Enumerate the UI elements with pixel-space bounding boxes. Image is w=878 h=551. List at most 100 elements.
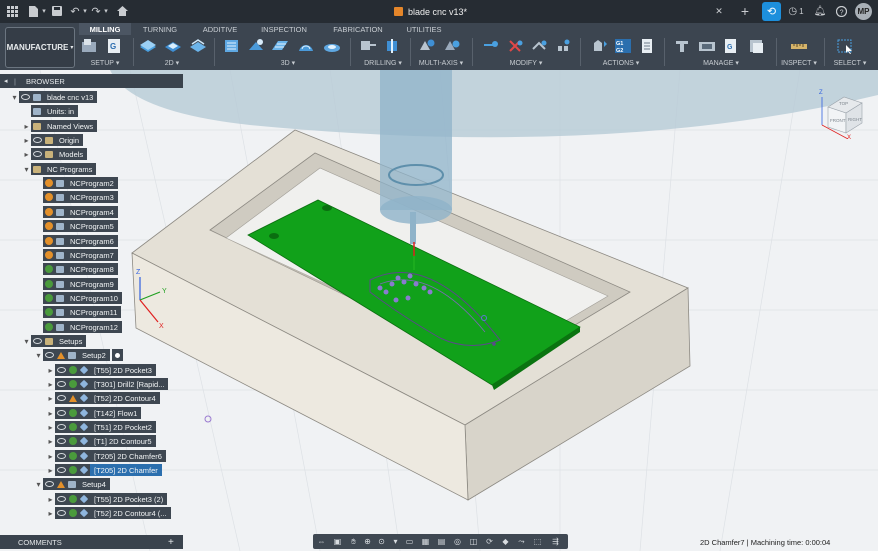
visibility-eye-icon[interactable] bbox=[55, 493, 67, 505]
visibility-eye-icon[interactable] bbox=[43, 478, 55, 490]
display-settings-icon[interactable]: ▭ bbox=[405, 537, 414, 546]
tree-units[interactable]: Units: in bbox=[22, 105, 79, 117]
zoom-window-icon[interactable]: ⊙ bbox=[377, 537, 386, 546]
setup-icon[interactable] bbox=[81, 38, 99, 54]
post-library-icon[interactable]: G bbox=[722, 38, 740, 54]
pattern-toolpath-icon[interactable] bbox=[555, 38, 573, 54]
chevron-right-icon[interactable]: ▸ bbox=[22, 136, 31, 145]
effects-icon[interactable]: ◫ bbox=[469, 537, 478, 546]
tree-operation[interactable]: ▸ [T1] 2D Contour5 bbox=[46, 435, 156, 447]
simulation-display-icon[interactable]: ⬚ bbox=[533, 537, 542, 546]
chevron-right-icon[interactable]: ▸ bbox=[46, 509, 55, 518]
grid-settings-icon[interactable]: ▦ bbox=[421, 537, 430, 546]
tree-setups[interactable]: ▾ Setups bbox=[22, 335, 87, 347]
3d-pocket-icon[interactable] bbox=[247, 38, 265, 54]
visibility-eye-icon[interactable] bbox=[55, 392, 67, 404]
measure-icon[interactable] bbox=[790, 38, 808, 54]
select-icon[interactable] bbox=[836, 38, 854, 54]
2d-face-icon[interactable] bbox=[189, 38, 207, 54]
avatar[interactable]: MP bbox=[855, 3, 872, 20]
chevron-right-icon[interactable]: ▸ bbox=[46, 366, 55, 375]
tree-nc-program[interactable]: NCProgram6 bbox=[34, 235, 118, 247]
close-tab-icon[interactable]: ✕ bbox=[712, 3, 726, 19]
chevron-right-icon[interactable]: ▸ bbox=[46, 423, 55, 432]
view-cube[interactable]: TOP FRONT RIGHT Z X bbox=[818, 87, 870, 139]
tab-utilities[interactable]: UTILITIES bbox=[404, 23, 444, 35]
3d-viewport[interactable]: Z Y X bbox=[0, 70, 878, 551]
tree-origin[interactable]: ▸ Origin bbox=[22, 134, 84, 146]
tab-inspection[interactable]: INSPECTION bbox=[258, 23, 310, 35]
new-tab-plus-icon[interactable]: + bbox=[738, 3, 752, 19]
chevron-down-icon[interactable]: ▾ bbox=[22, 337, 31, 346]
more-options-icon[interactable]: ⇶ bbox=[551, 537, 560, 546]
document-tab[interactable]: blade cnc v13* bbox=[394, 3, 467, 20]
tree-operation[interactable]: ▸ [T301] Drill2 [Rapid... bbox=[46, 378, 169, 390]
multi-axis-contour-icon[interactable] bbox=[443, 38, 461, 54]
chevron-right-icon[interactable]: ▸ bbox=[46, 394, 55, 403]
2d-pocket-icon[interactable] bbox=[164, 38, 182, 54]
zoom-icon[interactable]: ⊕ bbox=[363, 537, 372, 546]
tree-operation[interactable]: ▸ [T55] 2D Pocket3 (2) bbox=[46, 493, 168, 505]
save-icon[interactable] bbox=[50, 3, 64, 19]
chevron-right-icon[interactable]: ▸ bbox=[46, 380, 55, 389]
group-inspect[interactable]: INSPECT ▾ bbox=[780, 58, 818, 68]
job-status[interactable]: ◷ 1 bbox=[786, 3, 806, 19]
collapse-panel-icon[interactable]: ◂ bbox=[4, 77, 14, 85]
visibility-eye-icon[interactable] bbox=[31, 134, 43, 146]
group-3d[interactable]: 3D ▾ bbox=[268, 58, 308, 68]
viewports-icon[interactable]: ▤ bbox=[437, 537, 446, 546]
visibility-eye-icon[interactable] bbox=[55, 435, 67, 447]
pan-hand-icon[interactable]: ✋︎ bbox=[349, 537, 358, 546]
tree-operation[interactable]: ▸ [T52] 2D Contour4 bbox=[46, 392, 160, 404]
group-2d[interactable]: 2D ▾ bbox=[152, 58, 192, 68]
extensions-icon[interactable]: ⟲ bbox=[762, 2, 781, 21]
tree-nc-program[interactable]: NCProgram7 bbox=[34, 249, 118, 261]
template-library-icon[interactable] bbox=[748, 38, 766, 54]
tool-library-icon[interactable] bbox=[673, 38, 691, 54]
visibility-eye-icon[interactable] bbox=[55, 407, 67, 419]
simulate-icon[interactable] bbox=[590, 38, 608, 54]
delete-toolpath-icon[interactable] bbox=[507, 38, 525, 54]
tree-operation[interactable]: ▸ [T52] 2D Contour4 (... bbox=[46, 507, 171, 519]
file-menu-chevron-icon[interactable]: ▾ bbox=[40, 3, 48, 19]
group-setup[interactable]: SETUP ▾ bbox=[82, 58, 128, 68]
machine-library-icon[interactable] bbox=[698, 38, 716, 54]
workspace-switcher[interactable]: MANUFACTURE ▾ bbox=[5, 27, 75, 68]
tree-nc-program[interactable]: NCProgram10 bbox=[34, 292, 122, 304]
visibility-eye-icon[interactable] bbox=[55, 464, 67, 476]
group-multi-axis[interactable]: MULTI-AXIS ▾ bbox=[416, 58, 466, 68]
3d-scallop-icon[interactable] bbox=[323, 38, 341, 54]
zoom-menu-chevron-icon[interactable]: ▾ bbox=[391, 537, 400, 546]
visibility-eye-icon[interactable] bbox=[43, 349, 55, 361]
3d-parallel-icon[interactable] bbox=[271, 38, 289, 54]
visibility-eye-icon[interactable] bbox=[55, 421, 67, 433]
3d-contour-icon[interactable] bbox=[297, 38, 315, 54]
visibility-eye-icon[interactable] bbox=[19, 91, 31, 103]
tab-turning[interactable]: TURNING bbox=[137, 23, 183, 35]
tree-nc-programs[interactable]: ▾ NC Programs bbox=[22, 163, 97, 175]
browser-panel-header[interactable]: ◂ | BROWSER bbox=[0, 74, 183, 88]
file-icon[interactable] bbox=[26, 3, 40, 19]
chevron-right-icon[interactable]: ▸ bbox=[46, 495, 55, 504]
tab-milling[interactable]: MILLING bbox=[79, 23, 131, 35]
chevron-right-icon[interactable]: ▸ bbox=[46, 452, 55, 461]
visibility-eye-icon[interactable] bbox=[31, 335, 43, 347]
2d-adaptive-icon[interactable] bbox=[139, 38, 157, 54]
orbit-icon[interactable]: ⇔ bbox=[317, 537, 326, 546]
tree-nc-program[interactable]: NCProgram11 bbox=[34, 306, 122, 318]
visibility-eye-icon[interactable] bbox=[55, 507, 67, 519]
add-comment-plus-icon[interactable]: + bbox=[168, 537, 174, 548]
undo-chevron-icon[interactable]: ▾ bbox=[82, 3, 88, 19]
stock-display-icon[interactable]: ◆ bbox=[501, 537, 510, 546]
tree-root[interactable]: ▾ blade cnc v13 bbox=[10, 91, 98, 103]
drill-icon[interactable] bbox=[359, 38, 377, 54]
tree-operation[interactable]: ▸ [T205] 2D Chamfer bbox=[46, 464, 162, 476]
tree-setup4[interactable]: ▾ Setup4 bbox=[34, 478, 110, 490]
tree-nc-program[interactable]: NCProgram9 bbox=[34, 278, 118, 290]
bell-icon[interactable]: 🔔︎ bbox=[813, 3, 827, 19]
chevron-right-icon[interactable]: ▸ bbox=[22, 122, 31, 131]
tree-nc-program[interactable]: NCProgram12 bbox=[34, 321, 122, 333]
app-grid-icon[interactable] bbox=[4, 3, 20, 19]
tree-named-views[interactable]: ▸ Named Views bbox=[22, 120, 98, 132]
tree-operation[interactable]: ▸ [T142] Flow1 bbox=[46, 407, 142, 419]
